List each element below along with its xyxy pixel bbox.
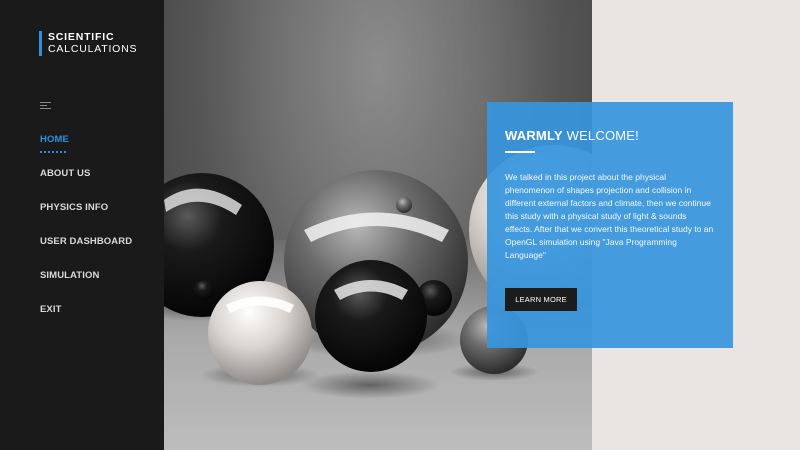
nav-item-home: HOME — [40, 129, 132, 163]
nav-link-physics-info[interactable]: PHYSICS INFO — [40, 202, 108, 213]
sidebar: SCIENTIFIC CALCULATIONS HOME ABOUT US PH… — [0, 0, 164, 450]
brand-logo[interactable]: SCIENTIFIC CALCULATIONS — [39, 31, 137, 56]
nav-item-user-dashboard: USER DASHBOARD — [40, 231, 132, 265]
active-indicator — [40, 151, 66, 153]
nav-link-home[interactable]: HOME — [40, 134, 69, 145]
welcome-text: We talked in this project about the phys… — [505, 172, 714, 260]
welcome-title: WARMLY WELCOME! — [505, 128, 715, 143]
title-divider — [505, 151, 535, 153]
nav-item-simulation: SIMULATION — [40, 265, 132, 299]
welcome-title-rest: WELCOME! — [562, 128, 639, 143]
welcome-card: WARMLY WELCOME! We talked in this projec… — [487, 102, 733, 348]
brand-subtitle: CALCULATIONS — [48, 43, 138, 55]
nav-link-simulation[interactable]: SIMULATION — [40, 270, 99, 281]
nav-link-user-dashboard[interactable]: USER DASHBOARD — [40, 236, 132, 247]
main-nav: HOME ABOUT US PHYSICS INFO USER DASHBOAR… — [40, 129, 132, 333]
nav-item-exit: EXIT — [40, 299, 132, 333]
learn-more-button[interactable]: LEARN MORE — [505, 288, 577, 311]
nav-link-about-us[interactable]: ABOUT US — [40, 168, 90, 179]
nav-item-about-us: ABOUT US — [40, 163, 132, 197]
nav-link-exit[interactable]: EXIT — [40, 304, 62, 315]
nav-item-physics-info: PHYSICS INFO — [40, 197, 132, 231]
welcome-title-bold: WARMLY — [505, 128, 563, 143]
brand-title: SCIENTIFIC — [48, 31, 115, 43]
hamburger-menu-icon[interactable] — [40, 102, 51, 110]
